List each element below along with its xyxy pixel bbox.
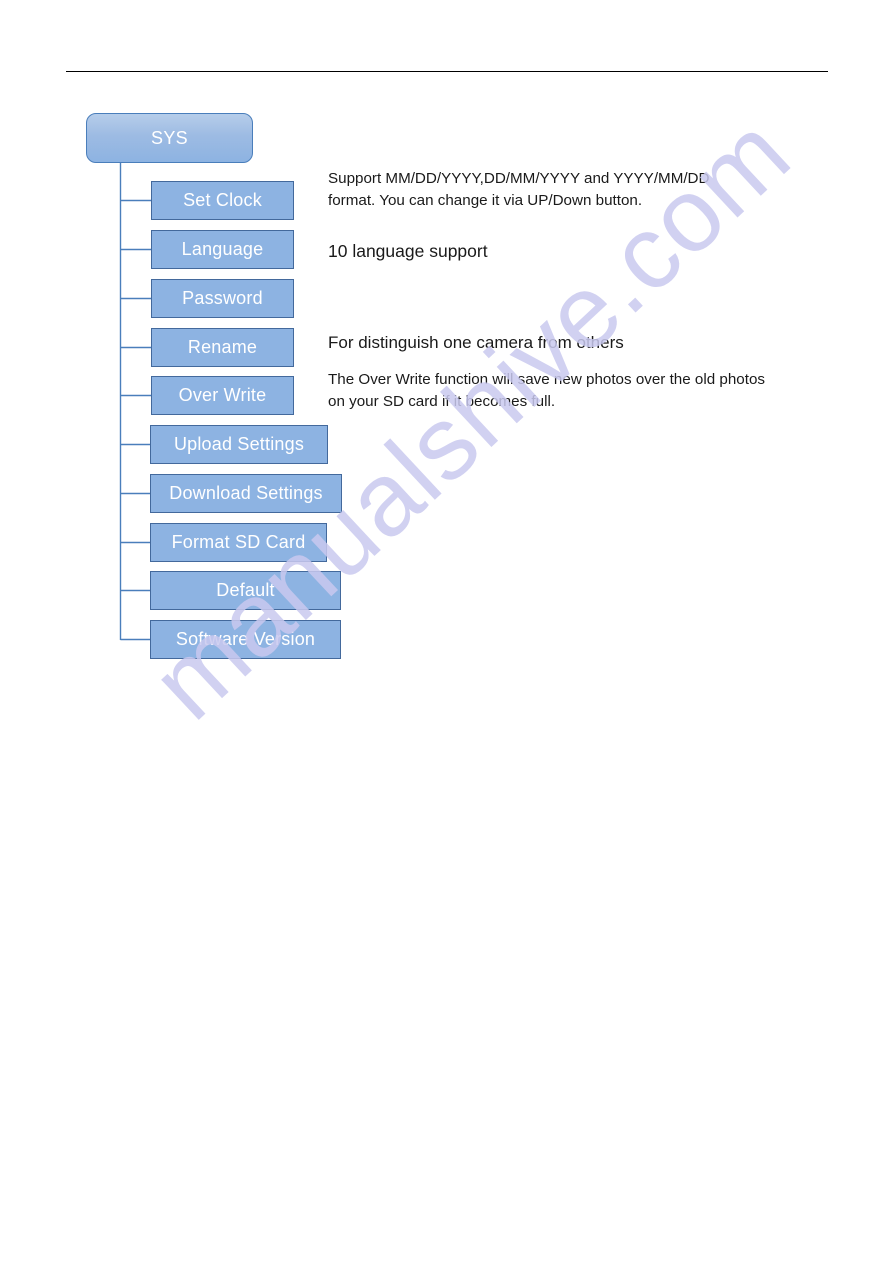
tree-node-rename-label: Rename: [187, 337, 258, 357]
rename-description: For distinguish one camera from others: [328, 333, 624, 352]
tree-node-sys-label: SYS: [151, 127, 188, 148]
tree-node-rename[interactable]: Rename: [151, 328, 294, 367]
tree-node-language[interactable]: Language: [151, 230, 294, 269]
tree-node-download-settings-label: Download Settings: [169, 483, 323, 503]
tree-node-set-clock[interactable]: Set Clock: [151, 181, 294, 220]
over-write-description: The Over Write function will save new ph…: [328, 371, 766, 410]
tree-node-password[interactable]: Password: [151, 279, 294, 318]
tree-node-format-sd-card-label: Format SD Card: [171, 532, 306, 552]
tree-node-format-sd-card[interactable]: Format SD Card: [150, 523, 327, 562]
document-page: SYS Set Clock Language Password Rename O…: [0, 0, 893, 1263]
tree-node-over-write-label: Over Write: [178, 385, 267, 405]
tree-node-upload-settings[interactable]: Upload Settings: [150, 425, 328, 464]
tree-node-default[interactable]: Default: [150, 571, 341, 610]
tree-node-software-version-label: Software Version: [175, 629, 316, 649]
set-clock-description: Support MM/DD/YYYY,DD/MM/YYYY and YYYY/M…: [328, 170, 710, 209]
tree-node-download-settings[interactable]: Download Settings: [150, 474, 342, 513]
tree-node-upload-settings-label: Upload Settings: [173, 434, 305, 454]
tree-node-software-version[interactable]: Software Version: [150, 620, 341, 659]
tree-node-password-label: Password: [182, 288, 263, 308]
tree-node-default-label: Default: [216, 580, 275, 600]
tree-node-language-label: Language: [181, 239, 264, 259]
sys-menu-tree-diagram: SYS Set Clock Language Password Rename O…: [0, 0, 893, 1263]
tree-node-set-clock-label: Set Clock: [183, 190, 262, 210]
language-description: 10 language support: [328, 241, 488, 261]
tree-node-sys[interactable]: SYS: [86, 113, 253, 163]
tree-node-over-write[interactable]: Over Write: [151, 376, 294, 415]
